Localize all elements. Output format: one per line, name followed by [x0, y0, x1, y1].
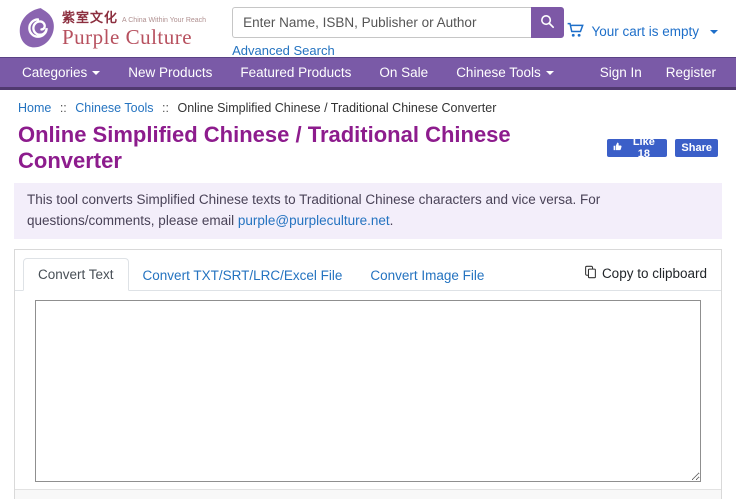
- nav-item-on-sale[interactable]: On Sale: [365, 65, 442, 80]
- copy-icon: [584, 265, 597, 282]
- tool-description: This tool converts Simplified Chinese te…: [14, 183, 722, 239]
- title-row: Online Simplified Chinese / Traditional …: [0, 119, 736, 181]
- tab-convert-file[interactable]: Convert TXT/SRT/LRC/Excel File: [129, 260, 357, 291]
- chevron-down-icon: [92, 71, 101, 75]
- breadcrumb-separator: ::: [59, 101, 67, 115]
- converter-footer: 0/3000 Convert terms Convert to Simplifi…: [15, 488, 721, 499]
- converter-body: [15, 291, 721, 489]
- advanced-search-link[interactable]: Advanced Search: [232, 43, 335, 58]
- site-logo[interactable]: 紫室文化 A China Within Your Reach Purple Cu…: [18, 7, 206, 56]
- chevron-down-icon: [545, 71, 554, 75]
- nav-item-label: Featured Products: [240, 65, 352, 80]
- search-icon: [539, 13, 556, 33]
- nav-item-label: Chinese Tools: [456, 65, 541, 80]
- nav-item-featured-products[interactable]: Featured Products: [226, 65, 365, 80]
- nav-item-label: On Sale: [379, 65, 429, 80]
- nav-item-new-products[interactable]: New Products: [114, 65, 226, 80]
- search-area: Advanced Search: [232, 7, 565, 60]
- thumbs-up-icon: [613, 142, 623, 155]
- cart-dropdown[interactable]: Your cart is empty: [566, 7, 718, 42]
- chevron-down-icon: [710, 29, 718, 34]
- logo-text: 紫室文化 A China Within Your Reach Purple Cu…: [62, 7, 206, 48]
- logo-site-name: Purple Culture: [62, 25, 193, 49]
- converter-tabs: Convert Text Convert TXT/SRT/LRC/Excel F…: [15, 250, 721, 291]
- nav-item-label: New Products: [128, 65, 213, 80]
- logo-tagline: A China Within Your Reach: [122, 17, 207, 24]
- copy-to-clipboard-button[interactable]: Copy to clipboard: [584, 265, 707, 290]
- tab-convert-image[interactable]: Convert Image File: [356, 260, 498, 291]
- nav-item-chinese-tools[interactable]: Chinese Tools: [442, 65, 568, 80]
- search-input[interactable]: [232, 7, 532, 38]
- breadcrumb-separator: ::: [162, 101, 169, 115]
- breadcrumb-current: Online Simplified Chinese / Traditional …: [177, 101, 497, 115]
- purple-culture-logo-icon: [18, 7, 58, 56]
- breadcrumb: Home :: Chinese Tools :: Online Simplifi…: [0, 90, 736, 119]
- nav-item-categories[interactable]: Categories: [8, 65, 114, 80]
- logo-chinese-name: 紫室文化: [62, 10, 119, 25]
- nav-right-group: Sign In Register: [588, 65, 728, 80]
- nav-item-label: Categories: [22, 65, 88, 80]
- copy-label: Copy to clipboard: [601, 265, 707, 281]
- sign-in-link[interactable]: Sign In: [588, 65, 654, 80]
- description-suffix: .: [389, 212, 394, 228]
- site-header: 紫室文化 A China Within Your Reach Purple Cu…: [0, 0, 736, 60]
- breadcrumb-chinese-tools[interactable]: Chinese Tools: [75, 101, 153, 115]
- breadcrumb-home[interactable]: Home: [18, 101, 51, 115]
- register-link[interactable]: Register: [654, 65, 728, 80]
- page-title: Online Simplified Chinese / Traditional …: [18, 122, 511, 173]
- cart-icon: [566, 21, 585, 42]
- facebook-like-button[interactable]: Like 18: [607, 136, 668, 160]
- share-label: Share: [681, 142, 712, 154]
- tab-convert-text[interactable]: Convert Text: [23, 257, 129, 291]
- search-button[interactable]: [531, 7, 565, 38]
- facebook-share-button[interactable]: Share: [675, 139, 718, 157]
- contact-email-link[interactable]: purple@purpleculture.net: [238, 213, 390, 228]
- like-label: Like 18: [632, 136, 655, 160]
- converter-card: Convert Text Convert TXT/SRT/LRC/Excel F…: [14, 248, 722, 499]
- cart-status-label: Your cart is empty: [591, 24, 699, 39]
- source-text-input[interactable]: [35, 299, 701, 482]
- main-navbar: Categories New Products Featured Product…: [0, 57, 736, 90]
